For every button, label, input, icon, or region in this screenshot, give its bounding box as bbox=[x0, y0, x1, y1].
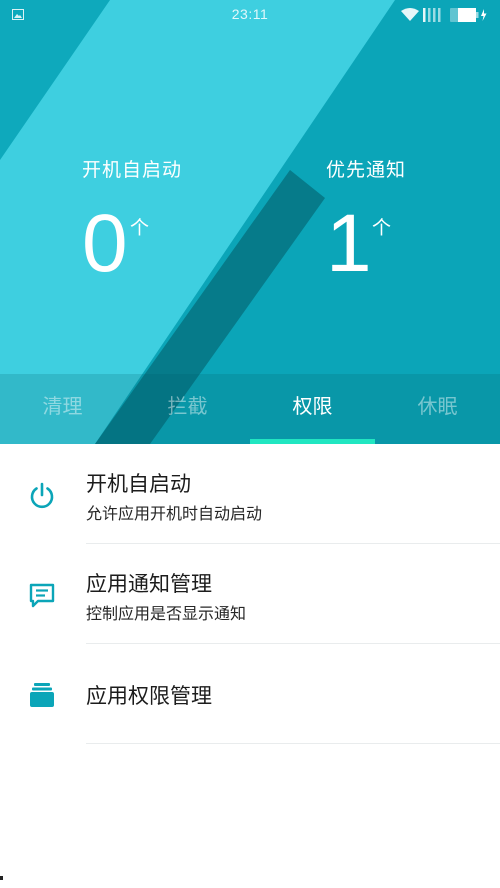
tab-sleep[interactable]: 休眠 bbox=[375, 374, 500, 444]
list-item-title: 开机自启动 bbox=[86, 472, 191, 496]
notify-stat: 优先通知 1 个 bbox=[326, 155, 407, 285]
battery-icon bbox=[450, 8, 487, 22]
list-item-title: 应用权限管理 bbox=[86, 684, 212, 708]
list-item-permission[interactable]: 应用权限管理 bbox=[0, 644, 500, 744]
notify-stat-value: 1 bbox=[326, 198, 372, 289]
hero-header: 23:11 开机自启动 0 个 优先通知 1 个 清理 拦截 权限 休眠 bbox=[0, 0, 500, 444]
tab-permission[interactable]: 权限 bbox=[250, 374, 375, 444]
divider bbox=[86, 743, 500, 744]
notify-stat-label: 优先通知 bbox=[326, 159, 407, 181]
corner-mark bbox=[0, 876, 3, 880]
notify-stat-unit: 个 bbox=[372, 217, 392, 239]
signal-icon bbox=[423, 8, 441, 22]
wifi-icon bbox=[401, 8, 419, 21]
power-icon bbox=[30, 482, 54, 509]
autostart-stat-value: 0 bbox=[82, 198, 128, 289]
folder-stack-icon bbox=[30, 683, 54, 707]
status-bar: 23:11 bbox=[0, 0, 500, 30]
settings-list: 开机自启动 允许应用开机时自动启动 应用通知管理 控制应用是否显示通知 应用权限… bbox=[0, 444, 500, 744]
list-item-notification[interactable]: 应用通知管理 控制应用是否显示通知 bbox=[0, 544, 500, 644]
tab-bar: 清理 拦截 权限 休眠 bbox=[0, 374, 500, 444]
autostart-stat-label: 开机自启动 bbox=[82, 159, 183, 181]
message-icon bbox=[29, 583, 55, 608]
list-item-title: 应用通知管理 bbox=[86, 572, 212, 596]
list-item-subtitle: 控制应用是否显示通知 bbox=[86, 604, 247, 623]
list-item-subtitle: 允许应用开机时自动启动 bbox=[86, 504, 263, 523]
tab-block[interactable]: 拦截 bbox=[125, 374, 250, 444]
list-item-autostart[interactable]: 开机自启动 允许应用开机时自动启动 bbox=[0, 444, 500, 544]
tab-clean[interactable]: 清理 bbox=[0, 374, 125, 444]
autostart-stat: 开机自启动 0 个 bbox=[82, 155, 183, 285]
autostart-stat-unit: 个 bbox=[130, 217, 150, 239]
